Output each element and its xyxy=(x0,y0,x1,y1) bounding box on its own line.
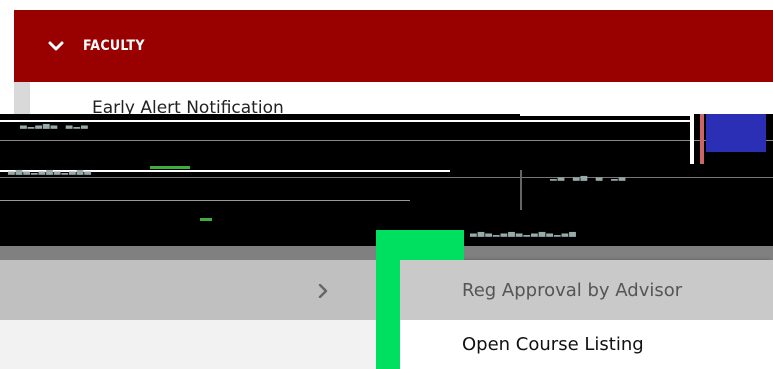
render-glitch-overlay: ▂▃▂▁▂▃▂▁▂▃▂ ▁▂ ▂▃ ▂ ▁▂ ▂▃▂▁▂▃▂▁▂▃▂▁▂▃ ▂▁… xyxy=(0,114,773,246)
submenu-item-reg-approval[interactable]: Reg Approval by Advisor xyxy=(400,260,773,320)
left-menu-row-highlighted[interactable] xyxy=(0,260,398,320)
submenu-item-open-course-listing[interactable]: Open Course Listing xyxy=(400,320,773,369)
left-menu-row[interactable] xyxy=(0,320,398,369)
faculty-header-label: FACULTY xyxy=(83,38,145,54)
submenu-panel: Reg Approval by Advisor Open Course List… xyxy=(400,260,773,369)
faculty-section-header[interactable]: FACULTY xyxy=(14,10,773,82)
chevron-down-icon xyxy=(48,40,64,52)
chevron-right-icon xyxy=(316,283,330,299)
cursor-overlay-bar xyxy=(376,230,400,369)
